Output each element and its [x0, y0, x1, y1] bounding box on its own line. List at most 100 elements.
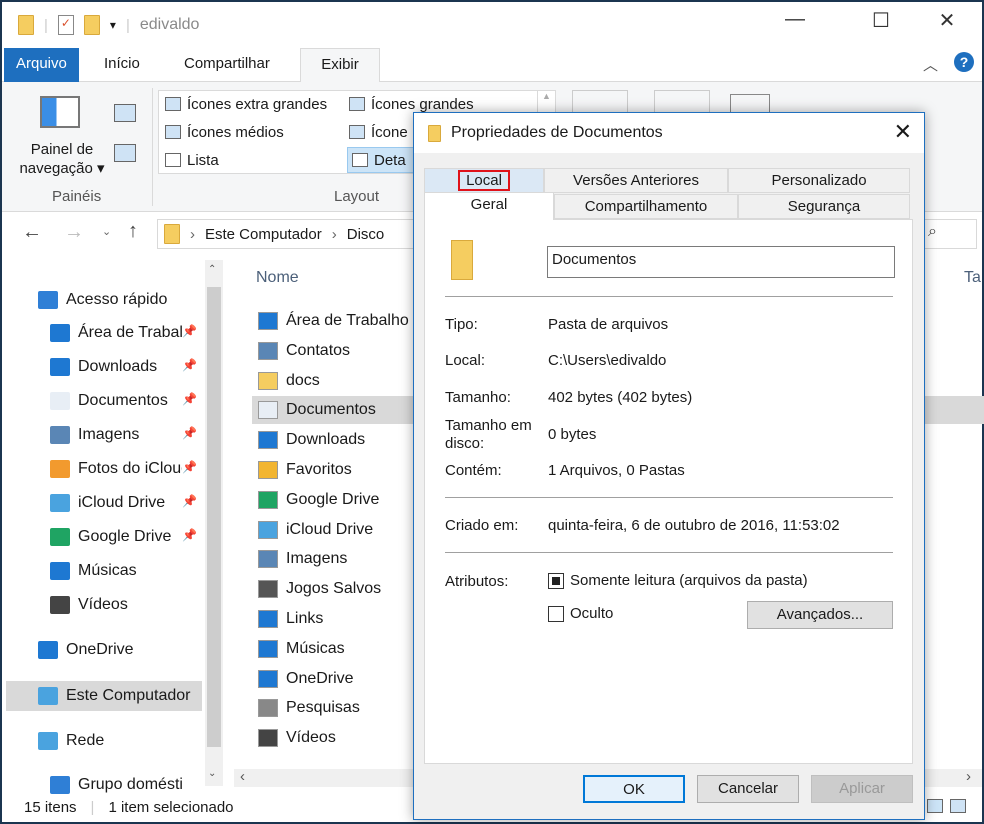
folder-icon[interactable]	[18, 15, 34, 35]
hidden-checkbox[interactable]: Oculto	[548, 605, 613, 623]
file-item[interactable]: Contatos	[258, 337, 350, 365]
file-icon	[258, 490, 278, 509]
nav-item[interactable]: Fotos do iCloud	[50, 454, 182, 484]
file-icon	[258, 580, 278, 599]
details-pane-icon[interactable]	[114, 144, 136, 162]
advanced-button[interactable]: Avançados...	[747, 601, 893, 629]
file-item[interactable]: Google Drive	[258, 486, 379, 514]
pin-icon[interactable]: 📌	[182, 460, 197, 474]
layout-extra-large[interactable]: Ícones extra grandes	[165, 91, 327, 117]
back-icon[interactable]: ←	[22, 221, 42, 244]
tab-versoes-anteriores[interactable]: Versões Anteriores	[544, 168, 728, 193]
pin-icon[interactable]: 📌	[182, 392, 197, 406]
pin-icon[interactable]: 📌	[182, 358, 197, 372]
file-name: Links	[286, 610, 324, 627]
recent-locations-icon[interactable]: ⌄	[102, 225, 111, 238]
file-item[interactable]: docs	[258, 367, 320, 395]
readonly-checkbox[interactable]: Somente leitura (arquivos da pasta)	[548, 572, 808, 590]
nav-item[interactable]: iCloud Drive	[50, 488, 182, 518]
file-item[interactable]: Imagens	[258, 545, 347, 573]
nav-item[interactable]: OneDrive	[38, 635, 182, 665]
file-item[interactable]: Pesquisas	[258, 694, 360, 722]
tab-compartilhamento[interactable]: Compartilhamento	[554, 194, 738, 219]
file-item[interactable]: Favoritos	[258, 456, 352, 484]
layout-medium[interactable]: Ícones médios	[165, 119, 284, 145]
file-item[interactable]: Jogos Salvos	[258, 575, 381, 603]
file-item[interactable]: OneDrive	[258, 665, 354, 693]
breadcrumb-este-computador[interactable]: Este Computador	[205, 226, 322, 243]
nav-item[interactable]: Imagens	[50, 420, 182, 450]
file-item[interactable]: iCloud Drive	[258, 516, 373, 544]
pin-icon[interactable]: 📌	[182, 528, 197, 542]
ok-button[interactable]: OK	[583, 775, 685, 803]
nav-item[interactable]: Músicas	[50, 556, 182, 586]
document-icon	[50, 392, 70, 410]
tamanho-label: Tamanho:	[445, 389, 511, 406]
up-icon[interactable]: ↑	[128, 220, 138, 243]
nav-item[interactable]: Este Computador	[6, 681, 202, 711]
collapse-ribbon-icon[interactable]: ︿	[923, 54, 938, 75]
nav-item[interactable]: Downloads	[50, 352, 182, 382]
maximize-button[interactable]: ☐	[858, 8, 904, 33]
file-item[interactable]: Downloads	[258, 426, 365, 454]
tab-exibir[interactable]: Exibir	[300, 48, 380, 83]
file-name: Pesquisas	[286, 699, 360, 717]
new-folder-icon[interactable]	[83, 15, 100, 35]
medium-icons-icon	[165, 125, 181, 139]
pin-icon[interactable]: 📌	[182, 426, 197, 440]
layout-small[interactable]: Ícone	[349, 119, 408, 145]
help-icon[interactable]: ?	[954, 52, 974, 72]
minimize-button[interactable]: —	[772, 8, 818, 31]
cancel-button[interactable]: Cancelar	[697, 775, 799, 803]
tab-arquivo[interactable]: Arquivo	[4, 48, 79, 82]
details-view-icon[interactable]	[927, 799, 943, 813]
nav-item[interactable]: Documentos	[50, 386, 182, 416]
pin-icon[interactable]: 📌	[182, 324, 197, 338]
column-header-tamanho[interactable]: Ta	[964, 269, 981, 287]
nav-item[interactable]: Área de Trabalho	[50, 318, 182, 348]
pin-icon[interactable]: 📌	[182, 494, 197, 508]
nav-item[interactable]: Vídeos	[50, 590, 182, 620]
scroll-right-icon[interactable]: ›	[966, 768, 971, 785]
scroll-left-icon[interactable]: ‹	[240, 768, 245, 785]
search-icon[interactable]: ⌕	[928, 223, 937, 241]
tab-compartilhar[interactable]: Compartilhar	[172, 48, 282, 82]
nav-item[interactable]: Rede	[38, 726, 182, 756]
tab-local[interactable]: Local	[424, 168, 544, 193]
dialog-close-button[interactable]: ✕	[894, 119, 912, 145]
customize-dropdown-icon[interactable]: ▾	[110, 18, 116, 32]
navigation-pane-button[interactable]: Painel de navegação ▾	[12, 140, 112, 178]
file-icon	[258, 401, 278, 420]
tab-personalizado[interactable]: Personalizado	[728, 168, 910, 193]
file-item[interactable]: Links	[258, 605, 323, 633]
folder-name-field[interactable]: Documentos	[547, 246, 895, 278]
nav-item[interactable]: Acesso rápido	[38, 285, 182, 315]
large-icons-view-icon[interactable]	[950, 799, 966, 813]
preview-pane-icon[interactable]	[114, 104, 136, 122]
tab-geral[interactable]: Geral	[424, 192, 554, 220]
nav-item-label: Google Drive	[78, 528, 172, 545]
forward-icon[interactable]: →	[64, 221, 84, 244]
file-name: Google Drive	[286, 490, 380, 508]
navigation-pane-icon[interactable]	[40, 96, 80, 128]
file-item[interactable]: Área de Trabalho	[258, 307, 409, 335]
apply-button[interactable]: Aplicar	[811, 775, 913, 803]
properties-icon[interactable]: ✓	[57, 15, 74, 35]
star-icon	[38, 291, 58, 309]
file-item[interactable]: Músicas	[258, 635, 345, 663]
layout-list[interactable]: Lista	[165, 147, 219, 173]
column-header-nome[interactable]: Nome	[256, 269, 299, 287]
file-item[interactable]: Vídeos	[258, 724, 336, 752]
breadcrumb-disco[interactable]: Disco	[347, 226, 385, 243]
nav-scrollbar-thumb[interactable]	[207, 287, 221, 747]
nav-item[interactable]: Google Drive	[50, 522, 182, 552]
tab-seguranca[interactable]: Segurança	[738, 194, 910, 219]
scroll-down-icon[interactable]: ⌄	[208, 768, 216, 779]
options-button[interactable]	[730, 94, 770, 114]
group-layout: Layout	[334, 188, 380, 205]
tab-inicio[interactable]: Início	[92, 48, 152, 82]
nav-item-label: Este Computador	[66, 687, 191, 704]
download-icon	[50, 358, 70, 376]
scroll-up-icon[interactable]: ⌃	[208, 264, 216, 275]
close-button[interactable]: ✕	[924, 8, 970, 33]
